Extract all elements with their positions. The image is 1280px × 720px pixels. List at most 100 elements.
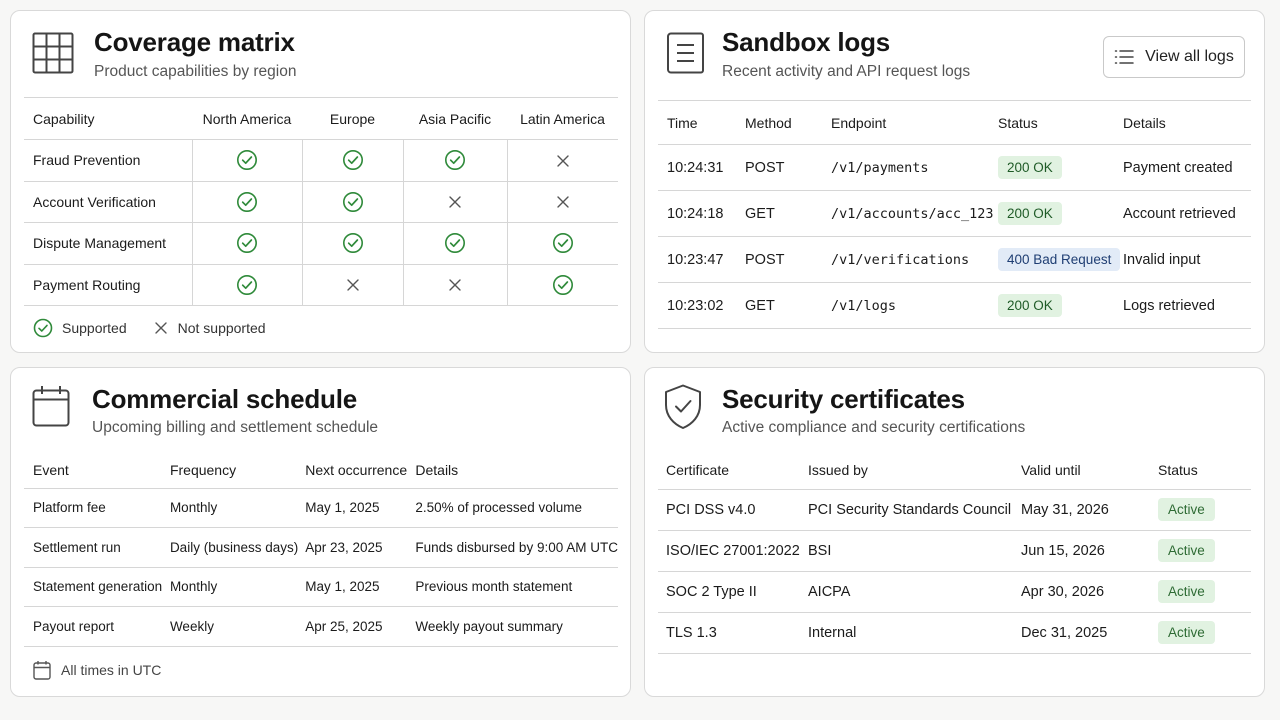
log-row[interactable]: 10:24:31 POST/v1/payments 200 OK Payment cr… (658, 144, 1251, 191)
sandbox-logs-card: Sandbox logs Recent activity and API req… (644, 10, 1265, 353)
schedule-event: Platform fee (24, 488, 170, 528)
table-row: Platform fee Monthly May 1, 2025 2.50% of p… (24, 488, 618, 528)
coverage-table: Capability North America Europe Asia Pac… (24, 97, 618, 306)
legend-not-supported-label: Not supported (177, 320, 266, 336)
column-header: North America (192, 97, 302, 140)
schedule-details: 2.50% of processed volume (415, 488, 618, 528)
schedule-next: May 1, 2025 (305, 567, 416, 607)
table-row: Dispute Management (24, 222, 618, 265)
legend-not-supported: Not supported (153, 320, 266, 336)
certificate-status-cell: Active (1158, 612, 1251, 654)
check-circle-icon (33, 318, 53, 338)
logs-table: Time Method Endpoint Status Details 10:2… (658, 100, 1251, 329)
schedule-frequency: Weekly (169, 606, 306, 647)
column-header: Status (998, 100, 1123, 145)
schedule-details: Funds disbursed by 9:00 AM UTC (415, 527, 618, 568)
capability-cell: Account Verification (24, 181, 192, 223)
schedule-footnote: All times in UTC (33, 660, 161, 680)
certificate-issuer: Internal (808, 612, 1021, 654)
log-details: Account retrieved (1123, 190, 1251, 237)
view-all-logs-button[interactable]: View all logs (1103, 36, 1245, 78)
column-header: Status (1158, 452, 1251, 490)
certificate-valid-until: Apr 30, 2026 (1021, 571, 1158, 613)
column-header: Capability (24, 97, 192, 140)
table-row: PCI DSS v4.0 PCI Security Standards Counc… (658, 489, 1251, 531)
capability-cell: Dispute Management (24, 222, 192, 265)
check-circle-icon (342, 233, 364, 254)
support-cell (402, 264, 507, 306)
coverage-legend: Supported Not supported (33, 318, 292, 338)
capability-cell: Fraud Prevention (24, 139, 192, 182)
column-header: Europe (302, 97, 403, 140)
certificate-valid-until: Jun 15, 2026 (1021, 530, 1158, 572)
certificate-name: SOC 2 Type II (658, 571, 808, 613)
status-badge: Active (1158, 580, 1215, 603)
support-cell (191, 264, 302, 306)
log-method: GET (745, 190, 831, 237)
schedule-next: Apr 23, 2025 (305, 527, 416, 568)
document-icon (665, 32, 705, 74)
support-cell (301, 139, 403, 182)
coverage-title: Coverage matrix (94, 27, 295, 57)
support-cell (191, 181, 302, 223)
calendar-icon (32, 385, 70, 427)
schedule-next: May 1, 2025 (305, 488, 416, 528)
check-circle-icon (552, 274, 574, 295)
log-status-cell: 200 OK (998, 282, 1123, 329)
check-circle-icon (236, 150, 258, 171)
list-icon (1114, 50, 1134, 64)
schedule-details: Weekly payout summary (415, 606, 618, 647)
column-header: Event (24, 452, 170, 489)
log-endpoint: /v1/logs (831, 282, 998, 329)
table-row: Account Verification (24, 181, 618, 223)
coverage-header-row: Capability North America Europe Asia Pac… (24, 97, 618, 140)
cross-icon (154, 322, 167, 334)
table-row: Statement generation Monthly May 1, 2025 Pr… (24, 567, 618, 607)
certificate-issuer: BSI (808, 530, 1021, 572)
status-badge: 400 Bad Request (998, 248, 1121, 271)
log-row[interactable]: 10:24:18 GET/v1/accounts/acc_123 200 OK Acc… (658, 190, 1251, 237)
support-cell (506, 222, 618, 265)
status-badge: Active (1158, 498, 1215, 521)
support-cell (506, 264, 618, 306)
log-details: Invalid input (1123, 236, 1251, 283)
log-time: 10:23:47 (658, 236, 745, 283)
security-title: Security certificates (722, 384, 965, 414)
table-row: Fraud Prevention (24, 139, 618, 182)
schedule-event: Statement generation (24, 567, 170, 607)
log-row[interactable]: 10:23:47 POST/v1/verifications 400 Bad Req… (658, 236, 1251, 283)
schedule-next: Apr 25, 2025 (305, 606, 416, 647)
coverage-subtitle: Product capabilities by region (94, 63, 297, 80)
check-circle-icon (444, 233, 466, 254)
certificate-status-cell: Active (1158, 489, 1251, 531)
schedule-header-row: Event Frequency Next occurrence Details (24, 452, 618, 489)
check-circle-icon (236, 233, 258, 254)
security-table: Certificate Issued by Valid until Status… (658, 452, 1251, 654)
log-details: Logs retrieved (1123, 282, 1251, 329)
table-row: SOC 2 Type II AICPA Apr 30, 2026 Active (658, 571, 1251, 613)
table-row: ISO/IEC 27001:2022 BSI Jun 15, 2026 Active (658, 530, 1251, 572)
grid-icon (32, 32, 74, 74)
logs-subtitle: Recent activity and API request logs (722, 63, 971, 80)
support-cell (301, 181, 403, 223)
schedule-title: Commercial schedule (92, 384, 357, 414)
check-circle-icon (444, 150, 466, 171)
certificate-name: TLS 1.3 (658, 612, 808, 654)
status-badge: Active (1158, 621, 1215, 644)
log-method: GET (745, 282, 831, 329)
certificate-valid-until: Dec 31, 2025 (1021, 612, 1158, 654)
certificate-issuer: AICPA (808, 571, 1021, 613)
log-time: 10:24:18 (658, 190, 745, 237)
column-header: Time (658, 100, 745, 145)
check-circle-icon (552, 233, 574, 254)
support-cell (191, 139, 302, 182)
certificate-status-cell: Active (1158, 530, 1251, 572)
column-header: Next occurrence (305, 452, 416, 489)
column-header: Certificate (658, 452, 808, 490)
security-header-row: Certificate Issued by Valid until Status (658, 452, 1251, 490)
cross-icon (447, 193, 463, 209)
schedule-event: Payout report (24, 606, 170, 647)
log-row[interactable]: 10:23:02 GET/v1/logs 200 OK Logs retrieved (658, 282, 1251, 329)
coverage-matrix-card: Coverage matrix Product capabilities by … (10, 10, 631, 353)
log-method: POST (745, 144, 831, 191)
